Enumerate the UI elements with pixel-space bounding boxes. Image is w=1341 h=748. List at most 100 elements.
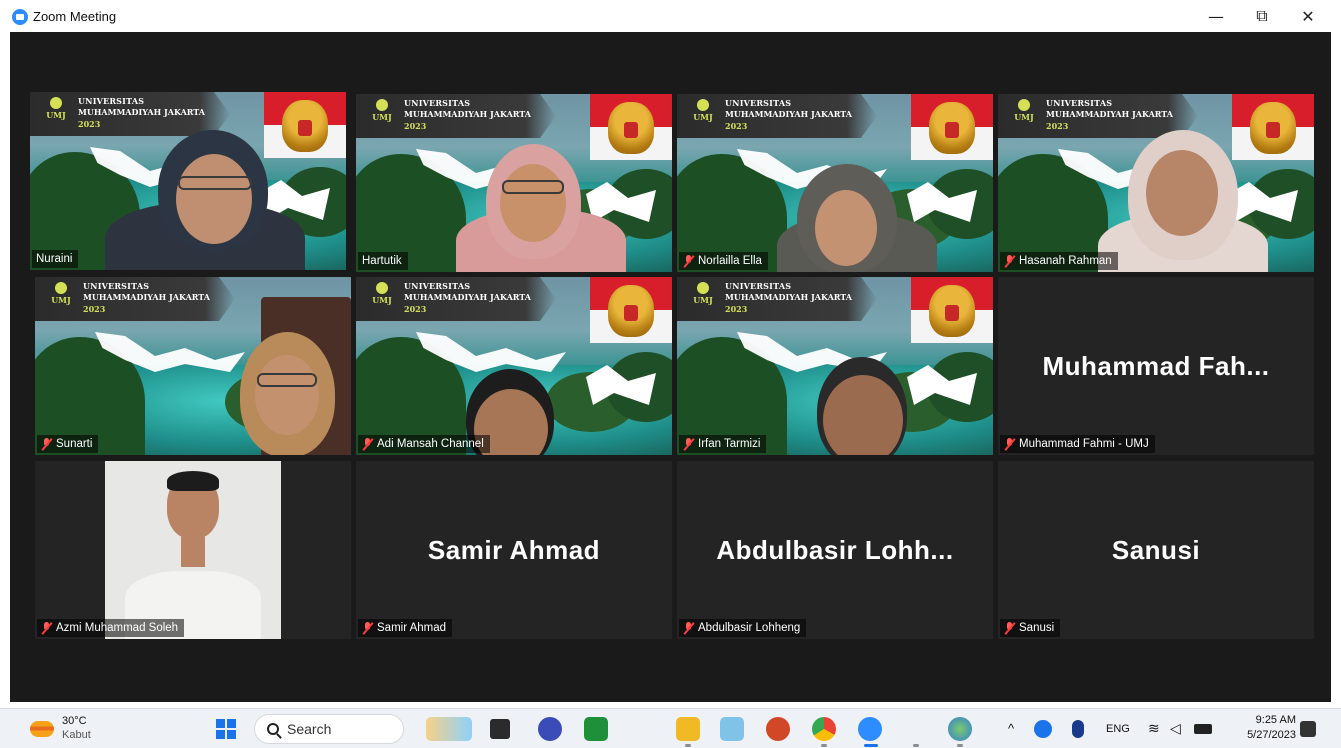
participant-display-name: Muhammad Fah...	[1042, 351, 1270, 381]
muted-mic-icon	[1004, 621, 1015, 635]
participant-display-name: Samir Ahmad	[427, 535, 601, 565]
umj-logo-icon: UMJ	[370, 282, 394, 310]
running-indicator	[957, 744, 963, 747]
participant-name-tag: Azmi Muhammad Soleh	[37, 619, 185, 637]
participant-display-name: Abdulbasir Lohh...	[716, 535, 954, 565]
muted-mic-icon	[683, 254, 694, 268]
taskbar-search[interactable]: Search	[254, 714, 404, 744]
muted-mic-icon	[362, 621, 373, 635]
garuda-flag-icon	[911, 277, 993, 343]
participant-name-tag: Irfan Tarmizi	[679, 435, 767, 453]
xbox-icon[interactable]	[584, 717, 608, 741]
umj-logo-icon: UMJ	[49, 282, 73, 310]
search-icon	[267, 723, 279, 735]
participant-tile-norlailla-ella[interactable]: UMJ UNIVERSITAS MUHAMMADIYAH JAKARTA 202…	[677, 94, 993, 272]
participant-name-tag: Sunarti	[37, 435, 99, 453]
umj-banner: UMJ UNIVERSITAS MUHAMMADIYAH JAKARTA 202…	[677, 94, 877, 138]
participant-name-tag: Muhammad Fahmi - UMJ	[1000, 435, 1155, 453]
participant-name-tag: Abdulbasir Lohheng	[679, 619, 807, 637]
participant-tile-azmi-muhammad-soleh[interactable]: Azmi Muhammad Soleh	[35, 461, 351, 639]
garuda-flag-icon	[590, 94, 672, 160]
participant-tile-nuraini[interactable]: UMJ UNIVERSITAS MUHAMMADIYAH JAKARTA 202…	[30, 92, 346, 270]
microphone-icon[interactable]	[1072, 720, 1084, 738]
clock-date[interactable]: 5/27/2023	[1232, 729, 1296, 741]
file-explorer-icon[interactable]	[676, 717, 700, 741]
slash-app-icon[interactable]	[630, 717, 654, 741]
zoom-app-icon	[12, 9, 28, 25]
participant-name-tag: Hartutik	[358, 252, 408, 270]
powerpoint-icon[interactable]	[766, 717, 790, 741]
zoom-icon[interactable]	[858, 717, 882, 741]
participant-tile-adi-mansah-channel[interactable]: UMJ UNIVERSITAS MUHAMMADIYAH JAKARTA 202…	[356, 277, 672, 455]
participant-tile-samir-ahmad[interactable]: Samir Ahmad Samir Ahmad	[356, 461, 672, 639]
muted-mic-icon	[362, 437, 373, 451]
participant-photo	[105, 461, 281, 639]
muted-mic-icon	[1004, 254, 1015, 268]
meet-icon[interactable]	[538, 717, 562, 741]
participant-tile-sunarti[interactable]: UMJ UNIVERSITAS MUHAMMADIYAH JAKARTA 202…	[35, 277, 351, 455]
participant-tile-irfan-tarmizi[interactable]: UMJ UNIVERSITAS MUHAMMADIYAH JAKARTA 202…	[677, 277, 993, 455]
volume-icon[interactable]: ◁	[1170, 720, 1181, 737]
weather-condition[interactable]: Kabut	[62, 729, 91, 741]
muted-mic-icon	[41, 437, 52, 451]
participant-name-tag: Sanusi	[1000, 619, 1061, 637]
umj-logo-icon: UMJ	[370, 99, 394, 127]
muted-mic-icon	[1004, 437, 1015, 451]
participant-name-tag: Nuraini	[32, 250, 79, 268]
paint-icon[interactable]	[948, 717, 972, 741]
window-title-bar: Zoom Meeting — ⧉ ✕	[0, 0, 1341, 32]
running-indicator	[685, 744, 691, 747]
muted-mic-icon	[41, 621, 52, 635]
participant-tile-sanusi[interactable]: Sanusi Sanusi	[998, 461, 1314, 639]
participant-name-tag: Adi Mansah Channel	[358, 435, 490, 453]
umj-banner: UMJ UNIVERSITAS MUHAMMADIYAH JAKARTA 202…	[30, 92, 230, 136]
windows-taskbar: 30°C Kabut Search ^ ENG ≋ ◁ 9:25 AM 5/27…	[0, 708, 1341, 748]
language-indicator[interactable]: ENG	[1106, 723, 1130, 735]
umj-banner: UMJ UNIVERSITAS MUHAMMADIYAH JAKARTA 202…	[356, 277, 556, 321]
muted-mic-icon	[683, 621, 694, 635]
garuda-flag-icon	[1232, 94, 1314, 160]
restore-button[interactable]: ⧉	[1239, 0, 1285, 32]
umj-logo-icon: UMJ	[691, 99, 715, 127]
umj-logo-icon: UMJ	[44, 97, 68, 125]
running-indicator	[913, 744, 919, 747]
umj-banner: UMJ UNIVERSITAS MUHAMMADIYAH JAKARTA 202…	[35, 277, 235, 321]
participant-name-tag: Hasanah Rahman	[1000, 252, 1118, 270]
start-button-icon[interactable]	[216, 719, 236, 739]
garuda-flag-icon	[590, 277, 672, 343]
participant-display-name: Sanusi	[1111, 535, 1201, 565]
battery-icon[interactable]	[1194, 724, 1212, 734]
active-indicator	[864, 744, 878, 747]
weather-temperature[interactable]: 30°C	[62, 715, 87, 727]
umj-banner: UMJ UNIVERSITAS MUHAMMADIYAH JAKARTA 202…	[356, 94, 556, 138]
umj-logo-icon: UMJ	[691, 282, 715, 310]
notification-icon[interactable]	[1300, 721, 1316, 737]
participant-tile-hasanah-rahman[interactable]: UMJ UNIVERSITAS MUHAMMADIYAH JAKARTA 202…	[998, 94, 1314, 272]
wps-icon[interactable]	[904, 717, 928, 741]
window-title: Zoom Meeting	[33, 9, 117, 24]
clock-time[interactable]: 9:25 AM	[1244, 714, 1296, 726]
chrome-icon[interactable]	[812, 717, 836, 741]
garuda-flag-icon	[264, 92, 346, 158]
participant-tile-muhammad-fahmi[interactable]: Muhammad Fah... Muhammad Fahmi - UMJ	[998, 277, 1314, 455]
garuda-flag-icon	[911, 94, 993, 160]
weather-icon[interactable]	[30, 721, 54, 737]
participant-name-tag: Norlailla Ella	[679, 252, 768, 270]
search-label: Search	[287, 721, 332, 737]
wifi-icon[interactable]: ≋	[1148, 720, 1160, 737]
widgets-icon[interactable]	[426, 717, 472, 741]
photos-icon[interactable]	[720, 717, 744, 741]
participant-tile-hartutik[interactable]: UMJ UNIVERSITAS MUHAMMADIYAH JAKARTA 202…	[356, 94, 672, 272]
muted-mic-icon	[683, 437, 694, 451]
minimize-button[interactable]: —	[1193, 0, 1239, 32]
umj-banner: UMJ UNIVERSITAS MUHAMMADIYAH JAKARTA 202…	[677, 277, 877, 321]
participant-tile-abdulbasir-lohheng[interactable]: Abdulbasir Lohh... Abdulbasir Lohheng	[677, 461, 993, 639]
umj-logo-icon: UMJ	[1012, 99, 1036, 127]
tray-overflow-chevron-icon[interactable]: ^	[1008, 721, 1014, 736]
meeting-gallery: UMJ UNIVERSITAS MUHAMMADIYAH JAKARTA 202…	[10, 32, 1331, 702]
close-button[interactable]: ✕	[1285, 0, 1331, 32]
participant-name-tag: Samir Ahmad	[358, 619, 453, 637]
onedrive-icon[interactable]	[1034, 720, 1052, 738]
running-indicator	[821, 744, 827, 747]
task-view-icon[interactable]	[490, 719, 510, 739]
